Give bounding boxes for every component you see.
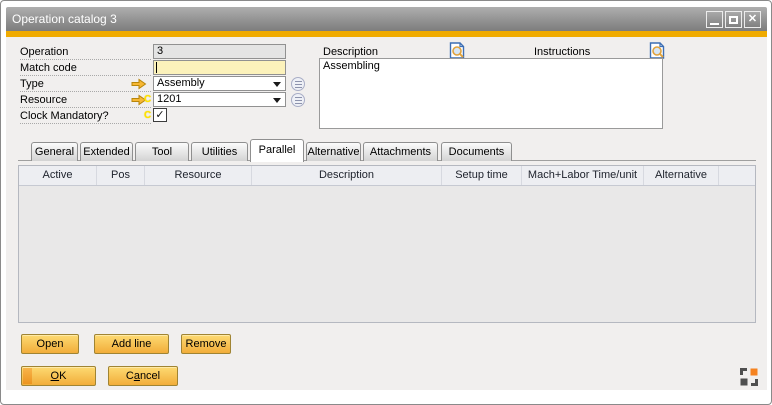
resource-dropdown[interactable]: 1201: [153, 92, 286, 107]
minimize-button[interactable]: [706, 11, 723, 28]
close-icon: ✕: [748, 14, 757, 25]
window-title: Operation catalog 3: [12, 7, 117, 31]
choose-from-list-icon: [295, 97, 302, 104]
open-button[interactable]: Open: [21, 334, 79, 354]
operation-label: Operation: [20, 46, 151, 60]
maximize-button[interactable]: [725, 11, 742, 28]
column-header-mach-labor[interactable]: Mach+Labor Time/unit: [522, 166, 644, 185]
remove-button-label: Remove: [186, 338, 227, 350]
column-header-resource[interactable]: Resource: [145, 166, 252, 185]
description-label: Description: [323, 46, 378, 58]
resource-dropdown-value: 1201: [157, 93, 181, 105]
cancel-button[interactable]: Cancel: [108, 366, 178, 386]
text-caret: [156, 62, 157, 73]
match-code-label: Match code: [20, 62, 151, 76]
match-code-input[interactable]: [153, 60, 286, 75]
chevron-down-icon[interactable]: [273, 82, 281, 87]
operation-catalog-window: Operation catalog 3 ✕ Operation Match co…: [0, 0, 772, 405]
tab-parallel[interactable]: Parallel: [250, 139, 304, 162]
tab-general[interactable]: General: [31, 142, 78, 161]
tab-tool[interactable]: Tool: [135, 142, 189, 161]
column-header-alternative[interactable]: Alternative: [644, 166, 719, 185]
clock-pending-value-marker: C: [144, 110, 152, 122]
tab-extended[interactable]: Extended: [80, 142, 133, 161]
parallel-resources-table: Active Pos Resource Description Setup ti…: [18, 165, 756, 323]
clock-mandatory-checkbox[interactable]: ✓: [153, 108, 167, 122]
type-link-arrow-icon[interactable]: [131, 78, 147, 90]
tab-documents[interactable]: Documents: [441, 142, 512, 161]
column-header-active[interactable]: Active: [19, 166, 97, 185]
type-dropdown[interactable]: Assembly: [153, 76, 286, 91]
window-controls: ✕: [706, 11, 761, 28]
window-titlebar[interactable]: Operation catalog 3 ✕: [6, 7, 767, 31]
remove-button[interactable]: Remove: [181, 334, 231, 354]
operation-field: 3: [153, 44, 286, 59]
tab-alternative[interactable]: Alternative: [306, 142, 361, 161]
type-choose-from-list-button[interactable]: [291, 77, 305, 91]
ok-button[interactable]: OK: [21, 366, 96, 386]
maximize-icon: [729, 16, 738, 24]
type-dropdown-value: Assembly: [157, 77, 205, 89]
description-textarea[interactable]: Assembling: [319, 58, 663, 129]
tab-attachments[interactable]: Attachments: [363, 142, 438, 161]
add-line-button-label: Add line: [112, 338, 152, 350]
resize-grip-icon[interactable]: [740, 368, 758, 386]
resource-pending-value-marker: C: [144, 94, 152, 106]
add-line-button[interactable]: Add line: [94, 334, 169, 354]
default-button-indicator: [23, 368, 32, 384]
open-button-label: Open: [37, 338, 64, 350]
minimize-icon: [710, 23, 719, 25]
column-header-pos[interactable]: Pos: [97, 166, 145, 185]
column-header-setup-time[interactable]: Setup time: [442, 166, 522, 185]
resource-choose-from-list-button[interactable]: [291, 93, 305, 107]
column-header-description[interactable]: Description: [252, 166, 442, 185]
table-body-empty[interactable]: [19, 186, 755, 322]
close-button[interactable]: ✕: [744, 11, 761, 28]
clock-mandatory-label: Clock Mandatory?: [20, 110, 151, 124]
instructions-zoom-document-icon[interactable]: [649, 42, 665, 59]
description-zoom-document-icon[interactable]: [449, 42, 465, 59]
tab-utilities[interactable]: Utilities: [191, 142, 248, 161]
instructions-label: Instructions: [534, 46, 590, 58]
chevron-down-icon[interactable]: [273, 98, 281, 103]
cancel-button-label: Cancel: [126, 370, 160, 382]
ok-button-label: OK: [51, 370, 67, 382]
choose-from-list-icon: [295, 81, 302, 88]
table-header-row: Active Pos Resource Description Setup ti…: [19, 166, 755, 186]
column-header-filler: [719, 166, 755, 185]
